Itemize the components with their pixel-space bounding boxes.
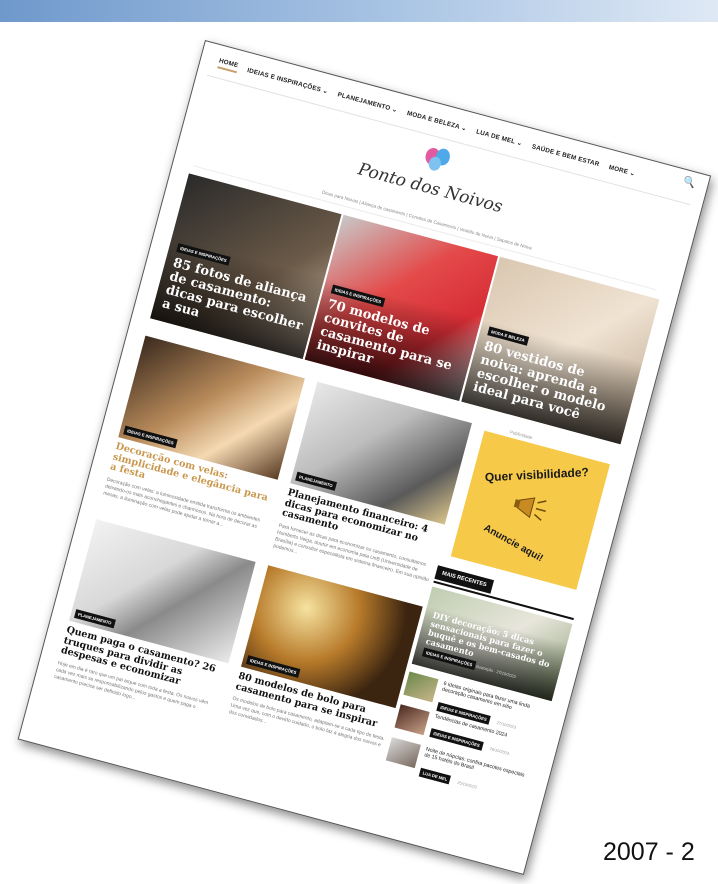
nav-ideias[interactable]: IDEIAS E INSPIRAÇÕES ⌄	[246, 67, 328, 95]
category-badge[interactable]: Lua de Mel	[418, 767, 452, 785]
recent-item-date: 26/10/2023	[489, 746, 510, 757]
hero-caption: IDEIAS E INSPIRAÇÕES 85 fotos de aliança…	[160, 236, 319, 348]
hero-caption: MODA E BELEZA 80 vestidos de noiva: apre…	[471, 320, 637, 433]
website-screenshot: HOME IDEIAS E INSPIRAÇÕES ⌄ PLANEJAMENTO…	[17, 40, 712, 875]
category-badge[interactable]: Planejamento	[73, 609, 116, 629]
nav-moda-beleza[interactable]: MODA E BELEZA ⌄	[406, 109, 467, 132]
recent-item-date: 25/10/2023	[456, 779, 478, 790]
nav-home[interactable]: HOME	[217, 56, 240, 73]
nav-more[interactable]: MORE ⌄	[608, 164, 636, 178]
ad-banner[interactable]: Quer visibilidade? Anuncie aqui!	[450, 430, 610, 590]
top-gradient-band	[0, 0, 718, 22]
post-card-velas[interactable]: Ideias e Inspirações Decoração com velas…	[102, 335, 305, 540]
megaphone-icon	[513, 497, 547, 521]
post-card-planejamento[interactable]: Planejamento Planejamento financeiro: 4 …	[272, 381, 472, 591]
recent-thumb[interactable]	[394, 704, 430, 736]
recent-thumb[interactable]	[385, 737, 421, 769]
category-badge[interactable]: Planejamento	[295, 471, 337, 491]
recent-thumb[interactable]	[403, 671, 439, 703]
ad-headline: Quer visibilidade?	[484, 464, 590, 485]
footer-year: 2007 - 2	[603, 838, 695, 866]
recent-item-date: 27/10/2023	[496, 719, 517, 730]
nav-planejamento[interactable]: PLANEJAMENTO ⌄	[337, 91, 399, 114]
nav-lua-de-mel[interactable]: LUA DE MEL ⌄	[475, 128, 523, 147]
ad-cta: Anuncie aqui!	[481, 522, 545, 565]
category-badge[interactable]: Ideias e Inspirações	[429, 728, 484, 752]
hero-post-3[interactable]: MODA E BELEZA 80 vestidos de noiva: apre…	[461, 256, 660, 445]
hero-caption: IDEIAS E INSPIRAÇÕES 70 modelos de convi…	[315, 278, 476, 390]
post-card-quem-paga[interactable]: Planejamento Quem paga o casamento? 26 t…	[53, 519, 256, 723]
